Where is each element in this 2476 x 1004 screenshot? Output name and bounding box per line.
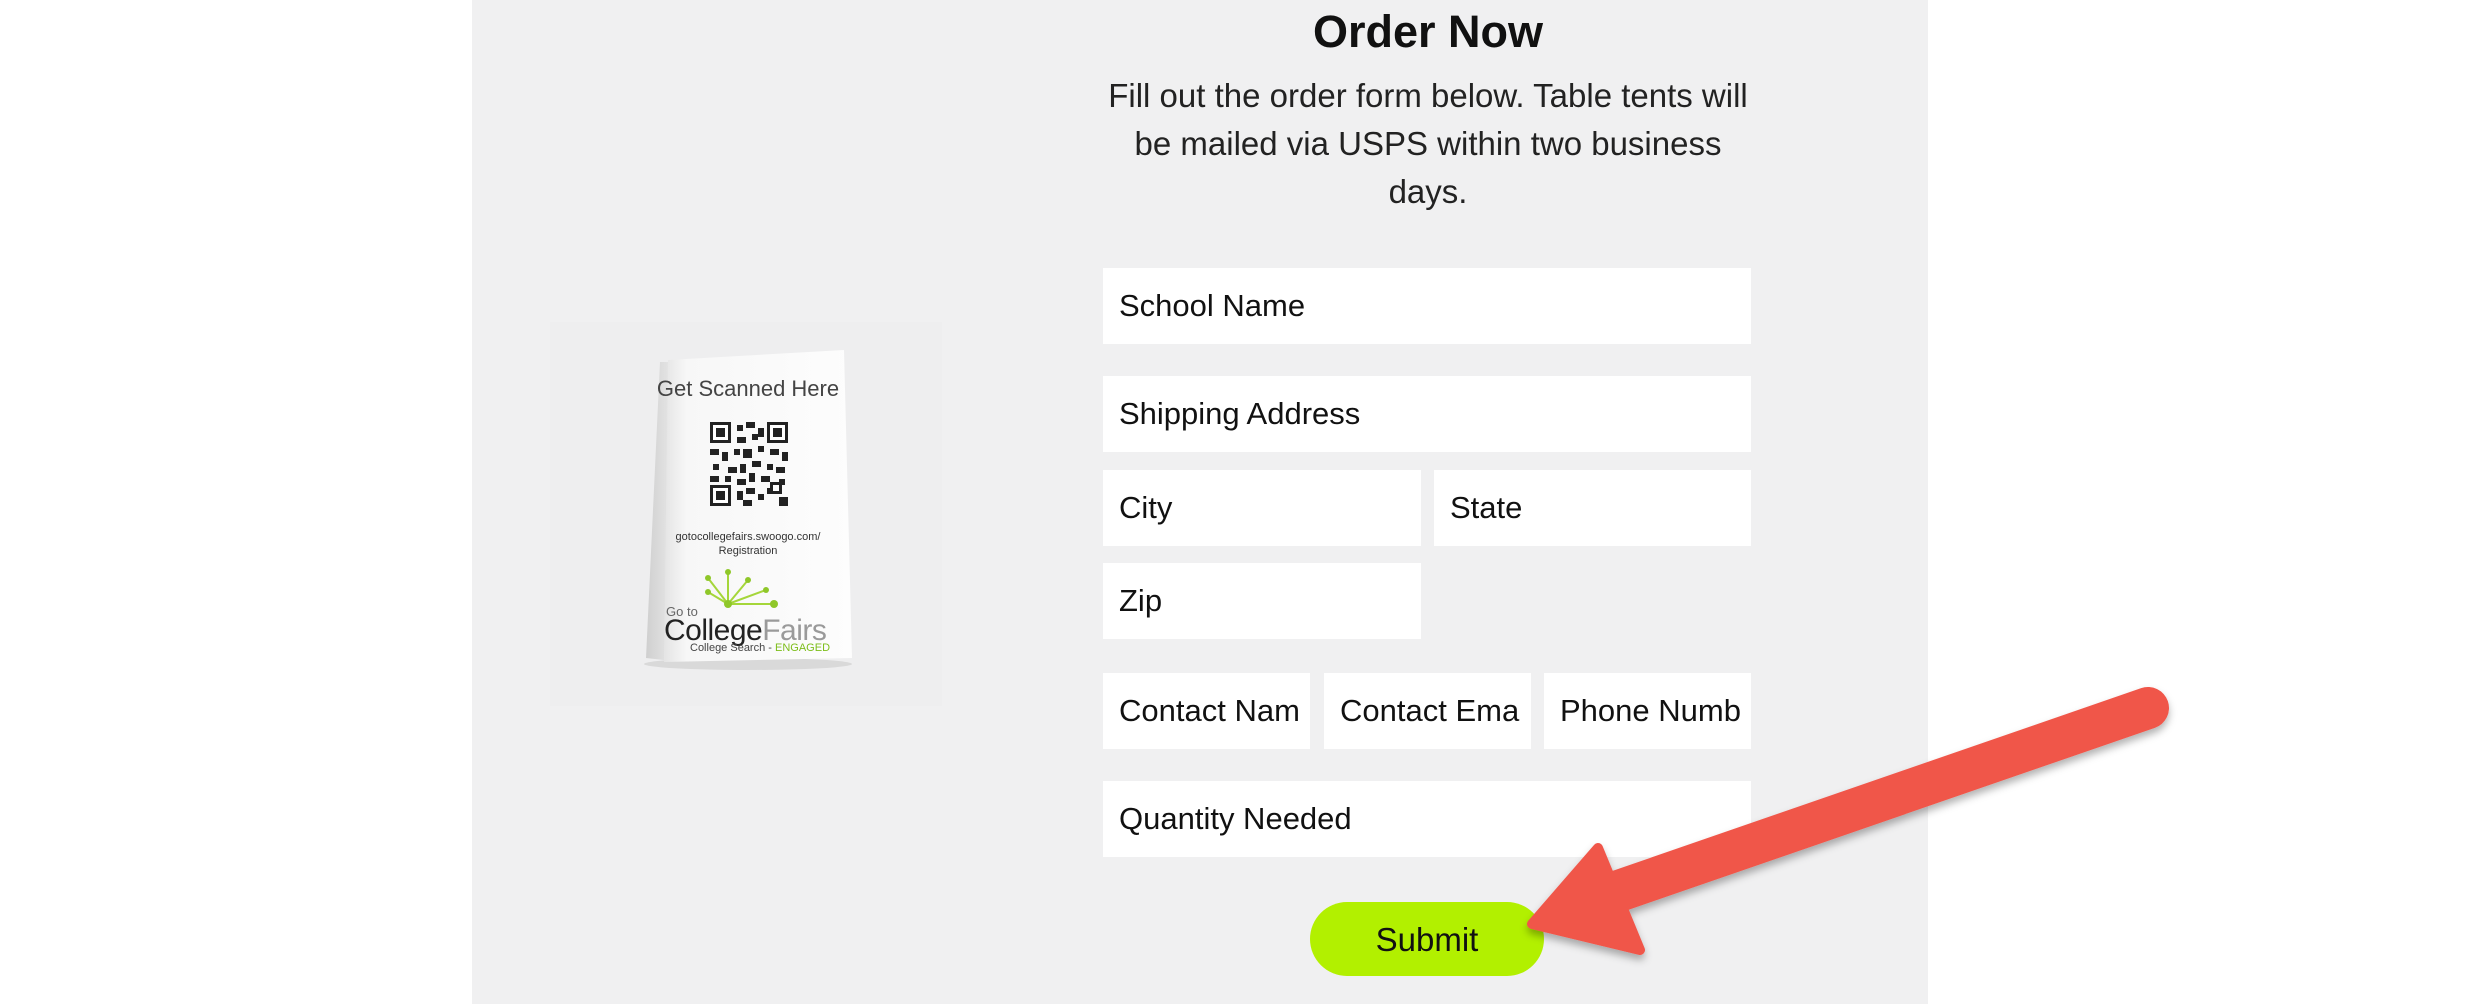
tent-url: gotocollegefairs.swoogo.com/ Registratio… (638, 530, 858, 558)
tent-headline: Get Scanned Here (656, 376, 840, 401)
contact-name-field[interactable]: Contact Nam (1103, 673, 1310, 749)
table-tent-image: Get Scanned Here gotocollegefairs.swoogo… (638, 342, 858, 670)
page-subtitle: Fill out the order form below. Table ten… (1108, 77, 1748, 210)
brand-tagline-highlight: ENGAGED (775, 642, 831, 654)
brand-tagline-text: College Search - (690, 642, 775, 654)
zip-field[interactable]: Zip (1103, 563, 1421, 639)
shipping-address-field[interactable]: Shipping Address (1103, 376, 1751, 452)
quantity-needed-field[interactable]: Quantity Needed (1103, 781, 1751, 857)
page-title: Order Now (1312, 6, 1544, 57)
tent-url-line2: Registration (718, 545, 778, 557)
school-name-field[interactable]: School Name (1103, 268, 1751, 344)
phone-number-field[interactable]: Phone Numb (1544, 673, 1751, 749)
brand-tagline: College Search - ENGAGED (690, 642, 830, 654)
contact-email-field[interactable]: Contact Ema (1324, 673, 1531, 749)
state-field[interactable]: State (1434, 470, 1751, 546)
city-field[interactable]: City (1103, 470, 1421, 546)
qr-code-icon (710, 422, 788, 506)
tent-url-line1: gotocollegefairs.swoogo.com/ (675, 531, 821, 543)
submit-button[interactable]: Submit (1310, 902, 1544, 976)
